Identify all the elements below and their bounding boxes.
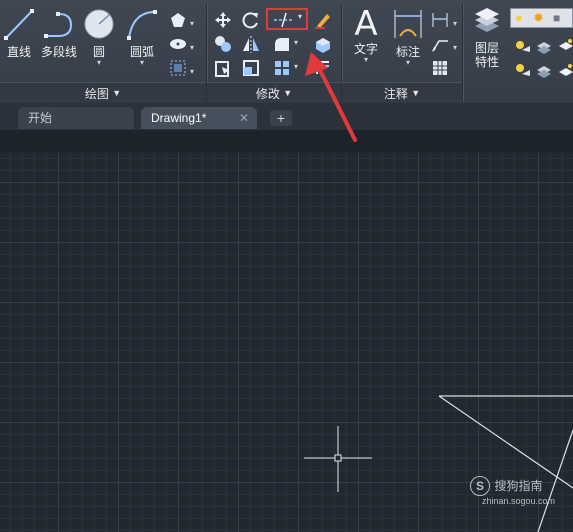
triangle-drawing — [438, 395, 573, 532]
draw-more-dropdown-icon[interactable]: ▾ ▾ ▾ — [190, 12, 194, 84]
arc-icon — [127, 10, 157, 40]
text-dropdown-icon[interactable]: ▾ — [346, 56, 386, 64]
circle-tool[interactable]: 圆 ▾ — [82, 6, 116, 67]
sogou-logo-icon: S — [470, 476, 490, 496]
offset-icon[interactable] — [313, 58, 333, 78]
linear-dimension-icon[interactable] — [430, 10, 450, 30]
rotate-icon[interactable] — [241, 10, 261, 30]
modify-panel-expand-icon: ▼ — [283, 88, 293, 98]
bulb-icon: ● — [515, 10, 523, 25]
polyline-label: 多段线 — [40, 45, 77, 59]
tab-start[interactable]: 开始 — [18, 107, 134, 129]
layer-properties-tool[interactable]: 图层 特性 — [468, 6, 506, 69]
watermark: S 搜狗指南 zhinan.sogou.com — [470, 476, 570, 506]
modify-panel-title[interactable]: 修改 ▼ — [207, 82, 341, 103]
dimension-icon — [394, 10, 422, 38]
text-label: 文字 — [353, 42, 378, 56]
dimension-tool[interactable]: 标注 ▾ — [390, 6, 426, 67]
polyline-tool[interactable]: 多段线 — [38, 6, 80, 59]
ellipse-icon[interactable] — [168, 34, 188, 54]
draw-panel-expand-icon: ▼ — [112, 88, 122, 98]
watermark-url: zhinan.sogou.com — [482, 496, 556, 506]
watermark-site: 搜狗指南 — [494, 479, 543, 493]
layer-dropdown[interactable]: ● ✹ ■ — [510, 8, 573, 28]
sun-icon: ✹ — [533, 10, 544, 25]
arc-dropdown-icon[interactable]: ▾ — [124, 59, 160, 67]
leader-icon[interactable] — [430, 34, 450, 54]
array-dropdown-icon[interactable]: ▾ — [294, 62, 298, 71]
polyline-icon — [44, 12, 73, 38]
file-tab-bar: 开始 Drawing1* ✕ + — [0, 103, 573, 130]
circle-icon — [84, 9, 114, 39]
ribbon: 直线 多段线 圆 ▾ 圆弧 ▾ ▾ ▾ ▾ 绘图 ▼ ▾ ▾ ▾ 修改 ▼ A … — [0, 0, 573, 104]
circle-dropdown-icon[interactable]: ▾ — [82, 59, 116, 67]
layer-isolate-icon[interactable] — [534, 36, 554, 56]
annotation-panel-title[interactable]: 注释 ▼ — [342, 82, 462, 103]
layer-properties-label-1: 图层 — [474, 41, 499, 55]
panel-divider — [462, 4, 464, 102]
layer-lock-icon[interactable] — [534, 60, 554, 80]
hatch-icon[interactable] — [168, 58, 188, 78]
array-icon[interactable] — [272, 58, 292, 78]
close-icon[interactable]: ✕ — [239, 107, 249, 129]
trim-icon — [274, 12, 294, 28]
scale-icon[interactable] — [241, 58, 261, 78]
circle-label: 圆 — [92, 45, 105, 59]
array-3d-icon[interactable] — [313, 34, 333, 54]
fillet-icon[interactable] — [272, 34, 292, 54]
layer-current-icon[interactable] — [556, 60, 573, 80]
crosshair-cursor — [304, 426, 372, 492]
layer-off-icon[interactable] — [512, 36, 532, 56]
mirror-icon[interactable] — [241, 34, 261, 54]
text-tool[interactable]: A 文字 ▾ — [346, 6, 386, 64]
erase-icon[interactable] — [313, 10, 333, 30]
layer-properties-label-2: 特性 — [474, 55, 499, 69]
stretch-icon[interactable] — [213, 58, 233, 78]
line-tool[interactable]: 直线 — [2, 6, 36, 59]
trim-button[interactable]: ▾ — [266, 8, 308, 30]
move-icon[interactable] — [213, 10, 233, 30]
annotation-panel-expand-icon: ▼ — [411, 88, 421, 98]
lock-icon: ■ — [553, 11, 561, 25]
table-icon[interactable] — [430, 58, 450, 78]
text-a-icon: A — [354, 4, 378, 44]
draw-panel-title[interactable]: 绘图 ▼ — [0, 82, 206, 103]
annotation-dropdown-icon[interactable]: ▾ ▾ — [453, 12, 457, 60]
line-label: 直线 — [6, 45, 31, 59]
arc-tool[interactable]: 圆弧 ▾ — [124, 6, 160, 67]
drawing-canvas[interactable]: S 搜狗指南 zhinan.sogou.com — [0, 130, 573, 532]
line-icon — [4, 9, 34, 40]
layer-match-icon[interactable] — [556, 36, 573, 56]
layer-stack-icon — [475, 8, 499, 32]
polygon-icon[interactable] — [168, 10, 188, 30]
dimension-label: 标注 — [395, 45, 420, 59]
trim-dropdown-icon: ▾ — [297, 12, 302, 21]
layer-freeze-icon[interactable] — [512, 60, 532, 80]
tab-drawing1[interactable]: Drawing1* ✕ — [141, 107, 257, 129]
fillet-dropdown-icon[interactable]: ▾ — [294, 38, 298, 47]
arc-label: 圆弧 — [129, 45, 154, 59]
copy-icon[interactable] — [213, 34, 233, 54]
new-tab-button[interactable]: + — [270, 110, 292, 126]
dimension-dropdown-icon[interactable]: ▾ — [390, 59, 426, 67]
